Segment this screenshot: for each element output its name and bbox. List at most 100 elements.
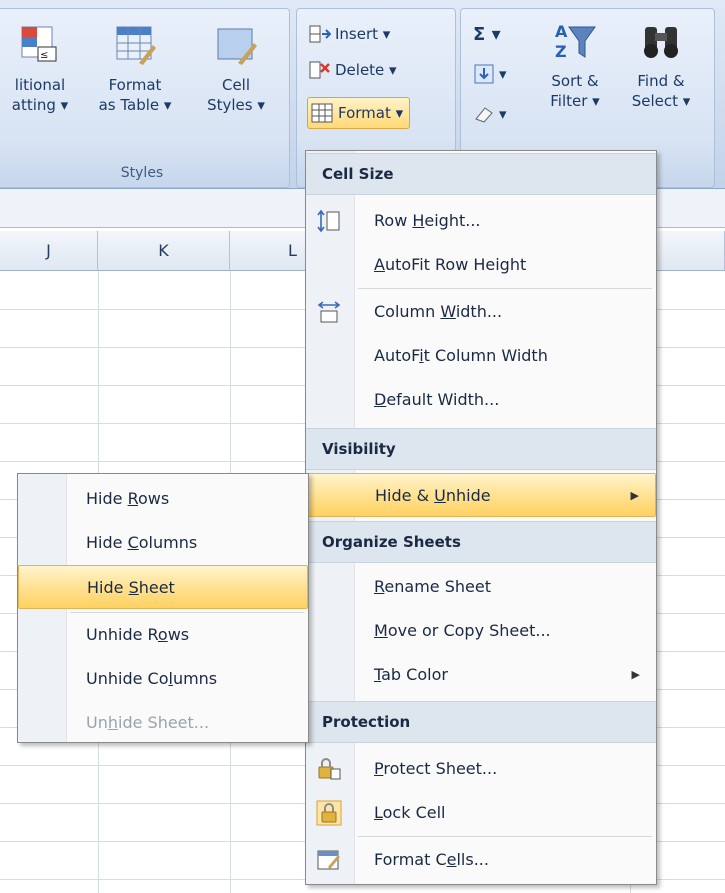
menu-item-hide-sheet[interactable]: Hide Sheet: [18, 565, 308, 609]
section-header-label: Organize Sheets: [322, 533, 461, 551]
sort-filter-button[interactable]: A Z Sort & Filter ▾: [535, 19, 615, 111]
item-accel: W: [440, 302, 456, 321]
menu-section-organize-sheets: Organize Sheets: [306, 521, 656, 563]
sort-filter-line2: Filter ▾: [550, 92, 600, 110]
find-select-button[interactable]: Find & Select ▾: [621, 19, 701, 111]
menu-item-tab-color[interactable]: Tab Color ▶: [306, 653, 656, 697]
section-header-label: Visibility: [322, 440, 396, 458]
styles-group-label: Styles: [120, 165, 164, 181]
menu-item-protect-sheet[interactable]: Protect Sheet...: [306, 747, 656, 791]
item-text: lls...: [456, 850, 489, 869]
binoculars-icon: [644, 27, 678, 58]
item-text: Unhide R: [86, 625, 158, 644]
section-header-label: Cell Size: [322, 165, 394, 183]
find-select-line1: Find &: [637, 72, 685, 90]
sort-filter-icon: A Z: [555, 22, 596, 61]
svg-text:≤: ≤: [40, 50, 48, 61]
menu-item-hide-columns[interactable]: Hide Columns: [18, 521, 308, 565]
item-accel: R: [127, 489, 138, 508]
item-text: Hide: [86, 533, 128, 552]
menu-item-hide-rows[interactable]: Hide Rows: [18, 477, 308, 521]
format-as-table-button[interactable]: Format as Table ▾: [90, 23, 180, 115]
styles-group: ≤ litional atting ▾ Format as Table ▾ Ce…: [0, 8, 290, 188]
insert-cells-icon: [309, 25, 331, 43]
item-text: eight...: [424, 211, 481, 230]
column-header-j[interactable]: J: [0, 231, 98, 271]
fill-button[interactable]: ▾: [473, 61, 507, 87]
menu-item-hide-unhide[interactable]: Hide & Unhide ▶: [306, 473, 656, 517]
item-accel: U: [434, 486, 446, 505]
item-text: utoFit Row Height: [384, 255, 527, 274]
cell-styles-line2: Styles ▾: [207, 96, 265, 114]
item-text: efault Width...: [386, 390, 500, 409]
menu-item-unhide-sheet: Unhide Sheet...: [18, 701, 308, 745]
delete-cells-icon: [309, 61, 330, 79]
menu-item-autofit-row-height[interactable]: AutoFit Row Height: [306, 243, 656, 287]
svg-text:A: A: [555, 22, 568, 41]
format-button[interactable]: Format ▾: [307, 97, 411, 129]
row-height-icon: [317, 209, 340, 233]
conditional-formatting-icon: ≤: [21, 26, 57, 62]
conditional-formatting-button[interactable]: ≤ litional atting ▾: [0, 23, 85, 115]
autosum-label: Σ ▾: [473, 23, 501, 45]
item-text: Unhide Co: [86, 669, 169, 688]
item-accel: h: [107, 713, 118, 732]
menu-item-rename-sheet[interactable]: Rename Sheet: [306, 565, 656, 609]
lock-cell-icon: [316, 800, 342, 826]
cell-styles-icon: [217, 28, 257, 65]
item-accel: P: [374, 759, 384, 778]
menu-item-format-cells[interactable]: Format Cells...: [306, 838, 656, 882]
format-dropdown-menu: Cell Size Row Height... AutoFit Row Heig…: [305, 150, 657, 885]
column-l-label: L: [288, 241, 297, 260]
item-text: Hide: [86, 489, 128, 508]
menu-item-autofit-column-width[interactable]: AutoFit Column Width: [306, 334, 656, 378]
format-label: Format ▾: [338, 104, 404, 122]
menu-item-move-copy-sheet[interactable]: Move or Copy Sheet...: [306, 609, 656, 653]
item-text: Hide &: [375, 486, 435, 505]
hide-unhide-submenu: Hide Rows Hide Columns Hide Sheet Unhide…: [17, 473, 309, 743]
column-header-k[interactable]: K: [98, 231, 230, 271]
item-accel: D: [374, 390, 387, 409]
menu-separator: [358, 288, 652, 289]
eraser-icon: [475, 107, 493, 123]
item-text: Hide: [87, 578, 129, 597]
menu-item-row-height[interactable]: Row Height...: [306, 199, 656, 243]
format-as-table-icon: [116, 26, 156, 65]
item-text: umns: [172, 669, 218, 688]
delete-button[interactable]: Delete ▾: [309, 57, 397, 83]
autosum-button[interactable]: Σ ▾: [473, 21, 501, 47]
insert-button[interactable]: Insert ▾: [309, 21, 390, 47]
item-text: nhide: [445, 486, 491, 505]
column-width-icon: [317, 301, 341, 323]
item-accel: S: [128, 578, 139, 597]
menu-item-unhide-rows[interactable]: Unhide Rows: [18, 613, 308, 657]
item-accel: L: [374, 803, 383, 822]
item-text: Row: [374, 211, 413, 230]
item-text: ock Cell: [382, 803, 446, 822]
menu-item-lock-cell[interactable]: Lock Cell: [306, 791, 656, 835]
cell-styles-button[interactable]: Cell Styles ▾: [191, 23, 281, 115]
menu-item-column-width[interactable]: Column Width...: [306, 290, 656, 334]
item-text: AutoF: [374, 346, 420, 365]
fill-down-icon: [474, 64, 494, 84]
insert-label: Insert ▾: [335, 25, 391, 43]
svg-text:Z: Z: [555, 42, 567, 61]
item-accel: H: [412, 211, 425, 230]
item-text: Column: [374, 302, 441, 321]
delete-label: Delete ▾: [335, 61, 397, 79]
format-as-table-line2: as Table ▾: [98, 96, 172, 114]
item-text: ab Color: [381, 665, 448, 684]
menu-item-default-width[interactable]: Default Width...: [306, 378, 656, 422]
item-accel: o: [157, 625, 168, 644]
menu-section-visibility: Visibility: [306, 428, 656, 470]
item-accel: R: [374, 577, 385, 596]
item-text: Format C: [374, 850, 447, 869]
item-accel: A: [374, 255, 385, 274]
item-text: t Column Width: [423, 346, 548, 365]
column-k-label: K: [158, 241, 169, 260]
menu-item-unhide-columns[interactable]: Unhide Columns: [18, 657, 308, 701]
menu-section-protection: Protection: [306, 701, 656, 743]
item-text: olumns: [138, 533, 198, 552]
clear-button[interactable]: ▾: [473, 101, 507, 127]
column-j-label: J: [46, 241, 51, 260]
